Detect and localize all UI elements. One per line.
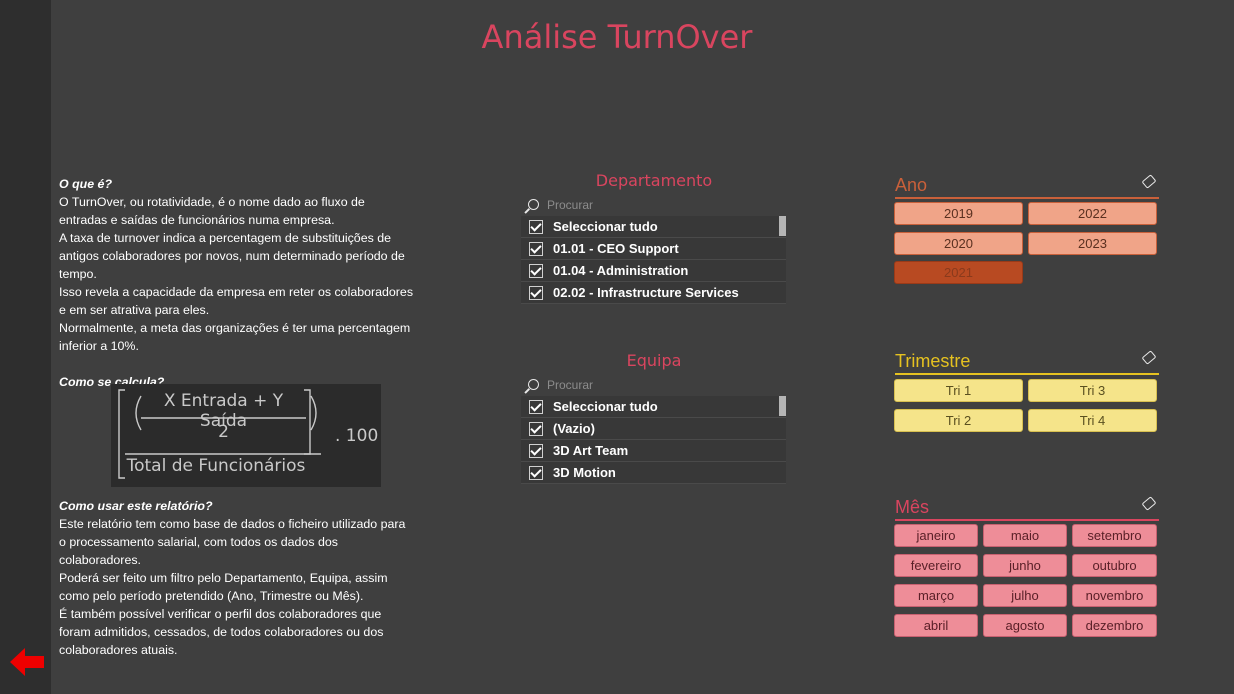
what-heading: O que é? — [59, 177, 113, 191]
usage-line: o processamento salarial, com todos os d… — [59, 535, 338, 549]
equipa-search-input[interactable]: Procurar — [528, 378, 593, 392]
trimestre-option[interactable]: Tri 4 — [1028, 409, 1157, 432]
mes-title: Mês — [895, 497, 930, 517]
info-panel: O que é? O TurnOver, ou rotatividade, é … — [59, 175, 429, 391]
trimestre-header: Trimestre — [895, 350, 1159, 375]
equipa-item[interactable]: 3D Motion — [521, 462, 786, 484]
ano-option-selected[interactable]: 2021 — [894, 261, 1023, 284]
formula-denominator: Total de Funcionários — [126, 456, 306, 476]
what-line: tempo. — [59, 267, 97, 281]
trimestre-option[interactable]: Tri 2 — [894, 409, 1023, 432]
mes-option[interactable]: agosto — [983, 614, 1067, 637]
mes-option[interactable]: janeiro — [894, 524, 978, 547]
equipa-item[interactable]: Seleccionar tudo — [521, 396, 786, 418]
search-icon — [528, 379, 539, 390]
usage-heading: Como usar este relatório? — [59, 499, 213, 513]
mes-underline — [895, 519, 1159, 521]
equipa-search-placeholder: Procurar — [547, 378, 594, 392]
ano-header: Ano — [895, 174, 1159, 199]
equipa-item[interactable]: (Vazio) — [521, 418, 786, 440]
trimestre-underline — [895, 373, 1159, 375]
ano-title: Ano — [895, 175, 928, 195]
checkbox-checked-icon[interactable] — [529, 219, 543, 234]
departamento-item-label: 02.02 - Infrastructure Services — [553, 285, 739, 300]
mes-option[interactable]: maio — [983, 524, 1067, 547]
back-arrow-icon[interactable] — [10, 648, 44, 676]
checkbox-checked-icon[interactable] — [529, 285, 543, 300]
ano-option[interactable]: 2022 — [1028, 202, 1157, 225]
mes-option[interactable]: junho — [983, 554, 1067, 577]
left-rail — [0, 0, 51, 694]
checkbox-checked-icon[interactable] — [529, 421, 543, 436]
turnover-formula: X Entrada + Y Saída 2 Total de Funcionár… — [111, 384, 381, 487]
what-line: Normalmente, a meta das organizações é t… — [59, 321, 411, 335]
what-line: O TurnOver, ou rotatividade, é o nome da… — [59, 195, 365, 209]
departamento-item-label: Seleccionar tudo — [553, 219, 658, 234]
equipa-list: Seleccionar tudo (Vazio) 3D Art Team 3D … — [521, 396, 786, 484]
equipa-title: Equipa — [626, 351, 682, 370]
usage-line: Poderá ser feito um filtro pelo Departam… — [59, 571, 388, 585]
what-line: inferior a 10%. — [59, 339, 139, 353]
checkbox-checked-icon[interactable] — [529, 241, 543, 256]
usage-line: Este relatório tem como base de dados o … — [59, 517, 406, 531]
mes-option[interactable]: fevereiro — [894, 554, 978, 577]
mes-option[interactable]: abril — [894, 614, 978, 637]
ano-option[interactable]: 2020 — [894, 232, 1023, 255]
what-line: entradas e saídas de funcionários numa e… — [59, 213, 335, 227]
mes-option[interactable]: novembro — [1072, 584, 1157, 607]
formula-multiplier: . 100 — [335, 426, 379, 446]
departamento-search-placeholder: Procurar — [547, 198, 594, 212]
usage-line: colaboradores atuais. — [59, 643, 178, 657]
departamento-item[interactable]: 02.02 - Infrastructure Services — [521, 282, 786, 304]
clear-filter-icon[interactable] — [1141, 174, 1157, 189]
departamento-item-label: 01.04 - Administration — [553, 263, 689, 278]
clear-filter-icon[interactable] — [1141, 350, 1157, 365]
equipa-item[interactable]: 3D Art Team — [521, 440, 786, 462]
equipa-item-label: (Vazio) — [553, 421, 595, 436]
departamento-title: Departamento — [595, 171, 713, 190]
equipa-item-label: 3D Motion — [553, 465, 616, 480]
usage-line: foram admitidos, cessados, de todos cola… — [59, 625, 384, 639]
usage-panel: Como usar este relatório? Este relatório… — [59, 497, 429, 659]
usage-line: como pelo período pretendido (Ano, Trime… — [59, 589, 364, 603]
mes-option[interactable]: março — [894, 584, 978, 607]
mes-option[interactable]: outubro — [1072, 554, 1157, 577]
what-line: e em ser atrativa para eles. — [59, 303, 210, 317]
checkbox-checked-icon[interactable] — [529, 443, 543, 458]
ano-option[interactable]: 2019 — [894, 202, 1023, 225]
search-icon — [528, 199, 539, 210]
page-title: Análise TurnOver — [481, 18, 753, 56]
trimestre-option[interactable]: Tri 1 — [894, 379, 1023, 402]
usage-line: colaboradores. — [59, 553, 141, 567]
usage-line: É também possível verificar o perfil dos… — [59, 607, 382, 621]
what-line: A taxa de turnover indica a percentagem … — [59, 231, 391, 245]
trimestre-option[interactable]: Tri 3 — [1028, 379, 1157, 402]
departamento-search-input[interactable]: Procurar — [528, 198, 593, 212]
ano-underline — [895, 197, 1159, 199]
departamento-item[interactable]: 01.04 - Administration — [521, 260, 786, 282]
mes-option[interactable]: setembro — [1072, 524, 1157, 547]
checkbox-checked-icon[interactable] — [529, 399, 543, 414]
what-line: antigos colaboradores por novos, num det… — [59, 249, 405, 263]
formula-divisor: 2 — [218, 422, 229, 442]
what-line: Isso revela a capacidade da empresa em r… — [59, 285, 414, 299]
trimestre-title: Trimestre — [895, 351, 971, 371]
ano-option[interactable]: 2023 — [1028, 232, 1157, 255]
departamento-list: Seleccionar tudo 01.01 - CEO Support 01.… — [521, 216, 786, 304]
mes-header: Mês — [895, 496, 1159, 521]
equipa-scrollbar[interactable] — [779, 396, 786, 416]
checkbox-checked-icon[interactable] — [529, 263, 543, 278]
departamento-item-label: 01.01 - CEO Support — [553, 241, 679, 256]
departamento-item[interactable]: 01.01 - CEO Support — [521, 238, 786, 260]
equipa-item-label: 3D Art Team — [553, 443, 629, 458]
clear-filter-icon[interactable] — [1141, 496, 1157, 511]
mes-option[interactable]: julho — [983, 584, 1067, 607]
equipa-item-label: Seleccionar tudo — [553, 399, 658, 414]
departamento-scrollbar[interactable] — [779, 216, 786, 236]
checkbox-checked-icon[interactable] — [529, 465, 543, 480]
departamento-item[interactable]: Seleccionar tudo — [521, 216, 786, 238]
mes-option[interactable]: dezembro — [1072, 614, 1157, 637]
